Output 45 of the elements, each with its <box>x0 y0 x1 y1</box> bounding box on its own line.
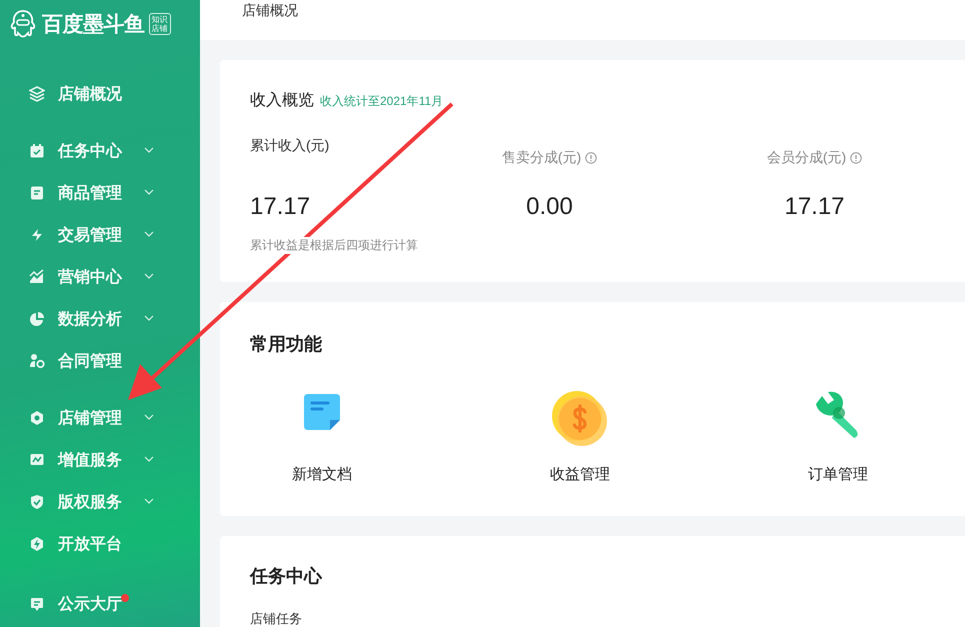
document-icon <box>29 185 45 201</box>
layers-icon <box>29 86 45 102</box>
pie-chart-icon <box>29 311 45 327</box>
sidebar-item[interactable]: 任务中心 <box>0 139 200 163</box>
card-title: 常用功能 <box>250 333 322 356</box>
squid-logo-icon <box>8 9 38 39</box>
hexagon-icon <box>29 410 45 426</box>
section-label: 店铺任务 <box>250 610 302 627</box>
sidebar-item[interactable]: 商品管理 <box>0 181 200 205</box>
sidebar-item[interactable]: 营销中心 <box>0 265 200 289</box>
sidebar-item[interactable]: 合同管理 <box>0 349 200 373</box>
shortcut-item[interactable]: 收益管理 <box>508 384 652 484</box>
trend-icon <box>29 452 45 468</box>
stat-value: 0.00 <box>526 193 573 221</box>
stat-label: 累计收入(元) <box>250 137 330 155</box>
sidebar-item[interactable]: 数据分析 <box>0 307 200 331</box>
lightning-icon <box>29 536 45 552</box>
contract-icon <box>29 353 45 369</box>
sidebar-item[interactable]: 公示大厅 <box>0 592 200 616</box>
sidebar-item[interactable]: 店铺管理 <box>0 406 200 430</box>
card-title: 任务中心 <box>250 565 322 588</box>
shield-icon <box>29 494 45 510</box>
stat-label: 会员分成(元) <box>766 149 846 167</box>
dollar-coin-icon <box>551 390 609 448</box>
brand-tag: 知识 店铺 <box>148 13 170 35</box>
info-icon[interactable] <box>585 152 598 164</box>
info-icon[interactable] <box>850 152 862 164</box>
calendar-icon <box>29 143 45 159</box>
sidebar-item[interactable]: 店铺概况 <box>0 82 200 106</box>
sidebar-item[interactable]: 增值服务 <box>0 448 200 472</box>
shortcut-item[interactable]: 新增文档 <box>250 384 394 484</box>
stat-label: 售卖分成(元) <box>502 149 582 167</box>
page-title: 店铺概况 <box>242 2 298 18</box>
notice-icon <box>29 596 45 612</box>
chart-icon <box>29 269 45 285</box>
sidebar-item[interactable]: 版权服务 <box>0 490 200 514</box>
income-date-note: 收入统计至2021年11月 <box>320 93 444 110</box>
sidebar-item[interactable]: 开放平台 <box>0 532 200 556</box>
stat-value: 17.17 <box>784 193 845 221</box>
calculation-note: 累计收益是根据后四项进行计算 <box>250 237 418 254</box>
brand-name: 百度墨斗鱼 <box>42 12 144 38</box>
sidebar-item[interactable]: 交易管理 <box>0 223 200 247</box>
card-title: 收入概览 <box>250 90 314 111</box>
shortcut-item[interactable]: 订单管理 <box>766 384 910 484</box>
stat-value: 17.17 <box>250 193 310 221</box>
